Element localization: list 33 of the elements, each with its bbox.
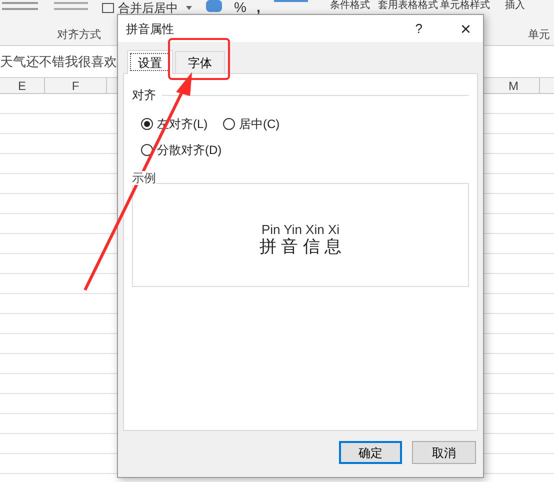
ribbon-button[interactable]: 条件格式 — [330, 0, 370, 12]
align-icon[interactable] — [2, 2, 38, 10]
group-label: 对齐 — [132, 87, 156, 104]
window-title: 拼音属性 — [126, 20, 174, 38]
ribbon-button[interactable]: 单元格样式 — [440, 0, 490, 12]
radio-button[interactable] — [223, 118, 235, 130]
tab[interactable]: 设置 — [127, 50, 173, 74]
preview-text: 拼 音 信 息 — [259, 236, 342, 258]
ribbon-button[interactable]: 插入 — [505, 0, 525, 12]
radio-button[interactable] — [141, 118, 153, 130]
radio-button[interactable] — [141, 144, 153, 156]
highlight-box — [168, 38, 230, 80]
percent-button[interactable]: % — [234, 0, 246, 14]
merge-button[interactable]: 合并后居中 — [100, 0, 180, 16]
tab[interactable]: 字体 — [175, 51, 225, 73]
group-label: 单元 — [528, 28, 550, 43]
radio-option[interactable]: 居中(C) — [223, 115, 469, 133]
column-header[interactable]: M — [488, 78, 540, 94]
formula-text: 天气还不错我很喜欢 — [0, 52, 117, 71]
dialog-button[interactable]: 取消 — [412, 441, 476, 464]
help-button[interactable]: ? — [415, 18, 422, 38]
close-button[interactable]: × — [460, 20, 471, 38]
group-label: 对齐方式 — [57, 28, 101, 43]
comma-button[interactable]: , — [256, 0, 260, 14]
caret-icon[interactable] — [186, 6, 192, 10]
column-header[interactable]: E — [0, 78, 45, 94]
group-label: 示例 — [132, 171, 156, 185]
radio-option[interactable]: 分散对齐(D) — [141, 141, 469, 159]
column-header[interactable]: F — [45, 78, 107, 94]
pinyin-text: Pin Yin Xin Xi — [261, 222, 340, 236]
dialog-button[interactable]: 确定 — [339, 441, 402, 464]
merge-icon — [102, 3, 114, 13]
ribbon-button[interactable]: 套用表格格式 — [378, 0, 438, 12]
